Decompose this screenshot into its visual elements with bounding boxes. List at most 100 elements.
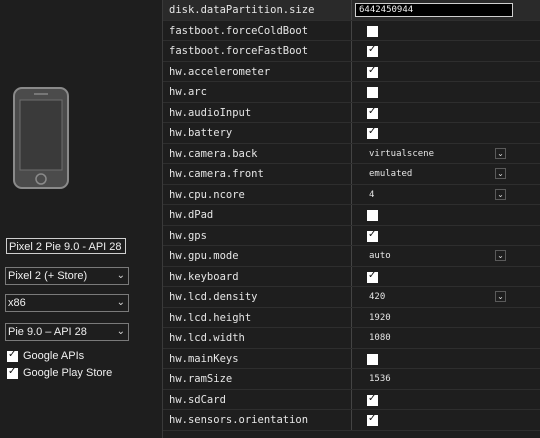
smartphone-icon — [13, 87, 69, 189]
column-divider — [351, 410, 352, 430]
property-checkbox[interactable] — [367, 44, 378, 57]
property-row: hw.battery — [163, 123, 540, 144]
chevron-down-icon[interactable]: ⌄ — [495, 168, 506, 179]
property-value — [367, 349, 517, 369]
property-value — [367, 103, 517, 123]
property-row: hw.lcd.height 1920 — [163, 307, 540, 328]
property-dropdown[interactable]: 420 ⌄ — [367, 287, 517, 307]
property-row: fastboot.forceFastBoot — [163, 41, 540, 62]
abi-select[interactable]: x86 ⌄ — [5, 294, 129, 312]
target-select[interactable]: Pie 9.0 – API 28 ⌄ — [5, 323, 129, 341]
property-row: hw.cpu.ncore 4 ⌄ — [163, 184, 540, 205]
google-apis-checkbox[interactable] — [7, 349, 18, 362]
column-divider — [351, 184, 352, 204]
column-divider — [351, 82, 352, 102]
chevron-down-icon[interactable]: ⌄ — [495, 147, 506, 159]
property-checkbox[interactable] — [367, 270, 378, 283]
play-store-label: Google Play Store — [23, 367, 113, 379]
chevron-down-icon[interactable]: ⌄ — [495, 291, 506, 302]
column-divider — [351, 266, 352, 286]
device-select[interactable]: Pixel 2 (+ Store) ⌄ — [5, 267, 129, 285]
property-row: hw.lcd.width 1080 — [163, 328, 540, 349]
property-static-value[interactable]: 1536 — [369, 369, 391, 389]
property-value: 1080 — [367, 328, 517, 348]
column-divider — [351, 307, 352, 327]
target-select-value: Pie 9.0 – API 28 — [8, 326, 87, 338]
property-row: fastboot.forceColdBoot — [163, 20, 540, 41]
property-row: hw.sdCard — [163, 389, 540, 410]
device-select-value: Pixel 2 (+ Store) — [8, 270, 88, 282]
column-divider — [351, 205, 352, 225]
property-key: hw.camera.back — [169, 147, 258, 160]
property-key: hw.gpu.mode — [169, 250, 239, 262]
property-row: hw.gps — [163, 225, 540, 246]
property-key: fastboot.forceColdBoot — [169, 24, 309, 37]
property-key: hw.mainKeys — [169, 352, 239, 365]
property-value — [367, 226, 517, 246]
column-divider — [351, 41, 352, 61]
property-checkbox[interactable] — [367, 25, 378, 37]
google-apis-label: Google APIs — [23, 350, 85, 362]
property-checkbox[interactable] — [367, 87, 378, 98]
property-checkbox[interactable] — [367, 353, 378, 365]
property-checkbox[interactable] — [367, 393, 378, 406]
property-static-value[interactable]: 1920 — [369, 308, 391, 328]
property-row: hw.gpu.mode auto ⌄ — [163, 246, 540, 267]
property-value — [367, 205, 517, 225]
column-divider — [351, 287, 352, 307]
property-key: hw.audioInput — [169, 106, 252, 119]
property-checkbox[interactable] — [367, 229, 378, 242]
property-dropdown-value: 4 — [369, 189, 375, 200]
column-divider — [351, 348, 352, 368]
property-dropdown[interactable]: 4 ⌄ — [367, 185, 517, 205]
property-value — [367, 123, 517, 143]
property-key: hw.sdCard — [169, 393, 226, 406]
play-store-option[interactable]: Google Play Store — [7, 366, 112, 380]
property-row: hw.accelerometer — [163, 61, 540, 82]
property-checkbox[interactable] — [367, 210, 378, 221]
property-checkbox[interactable] — [367, 106, 378, 119]
property-dropdown[interactable]: auto ⌄ — [367, 246, 517, 266]
property-key: hw.dPad — [169, 209, 214, 221]
google-apis-option[interactable]: Google APIs — [7, 349, 84, 363]
chevron-down-icon: ⌄ — [116, 297, 125, 308]
column-divider — [351, 0, 352, 20]
column-divider — [351, 123, 352, 143]
property-dropdown-value: virtualscene — [369, 148, 435, 159]
chevron-down-icon[interactable]: ⌄ — [495, 250, 506, 261]
property-value — [367, 62, 517, 82]
property-static-value[interactable]: 1080 — [369, 328, 391, 348]
property-value — [367, 267, 517, 287]
abi-select-value: x86 — [8, 297, 26, 309]
column-divider — [351, 246, 352, 266]
property-dropdown[interactable]: emulated ⌄ — [367, 164, 517, 184]
property-text-input[interactable]: 6442450944 — [355, 3, 513, 17]
play-store-checkbox[interactable] — [7, 366, 18, 379]
column-divider — [351, 164, 352, 184]
avd-name-field[interactable]: Pixel 2 Pie 9.0 - API 28 — [6, 238, 126, 254]
chevron-down-icon: ⌄ — [116, 270, 125, 281]
property-row: disk.dataPartition.size 6442450944 — [163, 0, 540, 21]
property-key: hw.camera.front — [169, 168, 264, 180]
property-value — [367, 390, 517, 410]
chevron-down-icon: ⌄ — [116, 326, 125, 337]
property-checkbox[interactable] — [367, 65, 378, 78]
property-row: hw.ramSize 1536 — [163, 369, 540, 390]
property-key: hw.lcd.width — [169, 332, 245, 344]
avd-config-panel: Pixel 2 Pie 9.0 - API 28 Pixel 2 (+ Stor… — [0, 0, 162, 438]
column-divider — [351, 389, 352, 409]
chevron-down-icon[interactable]: ⌄ — [495, 188, 506, 200]
column-divider — [351, 369, 352, 389]
property-row: hw.camera.back virtualscene ⌄ — [163, 143, 540, 164]
property-checkbox[interactable] — [367, 126, 378, 139]
property-checkbox[interactable] — [367, 413, 378, 426]
property-dropdown[interactable]: virtualscene ⌄ — [367, 144, 517, 164]
property-key: hw.lcd.height — [169, 311, 252, 324]
property-row: hw.lcd.density 420 ⌄ — [163, 287, 540, 308]
column-divider — [351, 328, 352, 348]
property-key: hw.ramSize — [169, 373, 233, 385]
property-row: hw.keyboard — [163, 266, 540, 287]
property-key: hw.sensors.orientation — [169, 414, 309, 426]
property-dropdown-value: 420 — [369, 292, 386, 302]
property-key: hw.battery — [169, 127, 233, 139]
